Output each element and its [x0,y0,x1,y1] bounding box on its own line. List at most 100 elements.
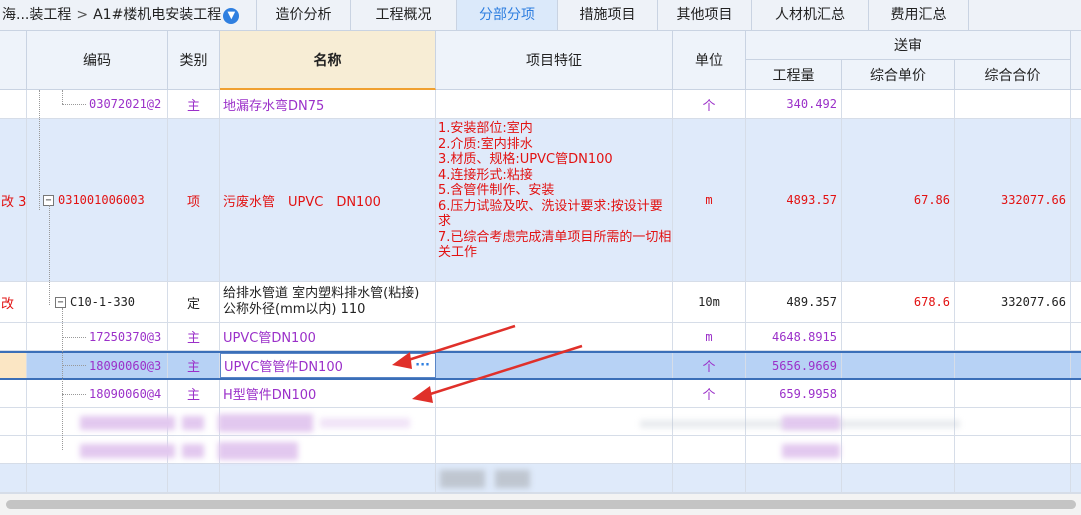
tree-connector [49,205,50,305]
header-unit-price[interactable]: 综合单价 [842,60,955,90]
breadcrumb-parent[interactable]: 海...装工程 [2,7,71,23]
breadcrumb-separator: > [76,7,89,23]
redacted-blur [218,442,298,460]
tab-measures[interactable]: 措施项目 [557,0,657,30]
row-features[interactable] [436,90,673,118]
row-features[interactable]: 1.安装部位:室内 2.介质:室内排水 3.材质、规格:UPVC管DN100 4… [436,119,673,281]
row-features[interactable] [436,380,673,407]
breadcrumb-current[interactable]: A1#楼机电安装工程 [93,7,221,23]
row-total-price: 332077.66 [955,282,1071,322]
row-code-text: 031001006003 [58,193,145,207]
row-type: 主 [168,380,220,407]
row-features[interactable] [436,353,673,378]
row-quantity[interactable]: 489.357 [746,282,842,322]
row-total-price [955,353,1071,378]
feature-line: 5.含管件制作、安装 [438,183,555,198]
table-row[interactable]: 17250370@3 主 UPVC管DN100 m 4648.8915 [0,323,1081,351]
table-row-quota[interactable]: 改 − C10-1-330 定 给排水管道 室内塑料排水管(粘接) 公称外径(mm… [0,282,1081,323]
row-name-value[interactable]: UPVC管管件DN100 [224,356,343,375]
row-type: 项 [168,119,220,281]
horizontal-scrollbar[interactable] [0,493,1081,515]
row-unit-price [842,380,955,407]
row-unit-price[interactable]: 678.6 [842,282,955,322]
row-code: 17250370@3 [27,323,168,350]
row-name[interactable]: UPVC管DN100 [220,323,436,350]
redacted-blur [440,470,485,488]
tab-cost-analysis[interactable]: 造价分析 [256,0,350,30]
header-features[interactable]: 项目特征 [436,31,673,90]
row-number [0,353,27,378]
tree-connector [62,90,63,104]
breadcrumb: 海...装工程 > A1#楼机电安装工程 ▼ [0,0,240,30]
row-unit: 个 [673,90,746,118]
tree-connector [62,308,63,450]
row-number [0,380,27,407]
tree-connector [62,365,86,366]
header-quantity[interactable]: 工程量 [746,60,842,90]
feature-line: 1.安装部位:室内 [438,121,533,136]
row-unit-price [842,90,955,118]
row-name[interactable]: 地漏存水弯DN75 [220,90,436,118]
row-quantity[interactable]: 4648.8915 [746,323,842,350]
feature-line: 2.介质:室内排水 [438,136,533,152]
row-quantity[interactable]: 5656.9669 [746,353,842,378]
tree-connector [62,394,86,395]
collapse-icon[interactable]: − [43,194,54,206]
tree-connector [62,104,86,105]
table-row-redacted[interactable] [0,464,1081,493]
redacted-blur [182,444,204,458]
collapse-icon[interactable]: − [55,296,66,308]
row-number [0,323,27,350]
header-code[interactable]: 编码 [27,31,168,90]
tab-labor-material-machine[interactable]: 人材机汇总 [751,0,868,30]
row-total-price [955,323,1071,350]
row-features[interactable] [436,282,673,322]
row-total-price [955,380,1071,407]
row-unit: 个 [673,380,746,407]
top-tab-bar: 海...装工程 > A1#楼机电安装工程 ▼ 造价分析 工程概况 分部分项 措施项目 … [0,0,1081,31]
table-row-list-item[interactable]: 改 3 −031001006003 项 污废水管 UPVC DN100 1.安装… [0,119,1081,282]
row-name-editor[interactable]: UPVC管管件DN100 ··· [220,353,436,378]
redacted-blur [320,418,410,428]
more-options-button[interactable]: ··· [415,358,430,373]
table-row[interactable]: 18090060@4 主 H型管件DN100 个 659.9958 [0,380,1081,408]
row-name[interactable]: 污废水管 UPVC DN100 [220,119,436,281]
row-number: 改 3 [0,119,27,281]
header-total-price[interactable]: 综合合价 [955,60,1071,90]
chevron-down-icon[interactable]: ▼ [223,8,240,24]
redacted-blur [80,416,175,430]
redacted-blur [182,416,204,430]
row-quantity[interactable]: 4893.57 [746,119,842,281]
header-name[interactable]: 名称 [220,31,436,90]
row-unit: m [673,323,746,350]
redacted-blur [495,470,530,488]
row-type: 主 [168,323,220,350]
row-unit: 10m [673,282,746,322]
header-type[interactable]: 类别 [168,31,220,90]
row-unit-price [842,353,955,378]
row-quantity[interactable]: 340.492 [746,90,842,118]
row-unit-price[interactable]: 67.86 [842,119,955,281]
row-features[interactable] [436,323,673,350]
row-unit: m [673,119,746,281]
row-name[interactable]: 给排水管道 室内塑料排水管(粘接) 公称外径(mm以内) 110 [220,282,436,322]
row-code-text: C10-1-330 [70,295,136,309]
tab-sub-items[interactable]: 分部分项 [456,0,557,30]
scrollbar-thumb[interactable] [6,500,1076,509]
row-number: 改 [0,282,27,322]
table-row-selected[interactable]: 18090060@3 主 UPVC管管件DN100 ··· 个 5656.966… [0,351,1081,380]
row-type: 定 [168,282,220,322]
redacted-blur [782,444,840,458]
feature-line: 6.压力试验及吹、洗设计要求:按设计要求 [438,198,663,230]
row-code: 03072021@2 [27,90,168,118]
row-quantity[interactable]: 659.9958 [746,380,842,407]
row-name[interactable]: H型管件DN100 [220,380,436,407]
feature-line: 3.材质、规格:UPVC管DN100 [438,152,613,167]
tab-fee-summary[interactable]: 费用汇总 [868,0,969,30]
tab-project-overview[interactable]: 工程概况 [350,0,456,30]
tab-other-items[interactable]: 其他项目 [657,0,751,30]
row-code: 18090060@3 [27,353,168,378]
header-unit[interactable]: 单位 [673,31,746,90]
table-row[interactable]: 03072021@2 主 地漏存水弯DN75 个 340.492 [0,90,1081,119]
row-unit: 个 [673,353,746,378]
